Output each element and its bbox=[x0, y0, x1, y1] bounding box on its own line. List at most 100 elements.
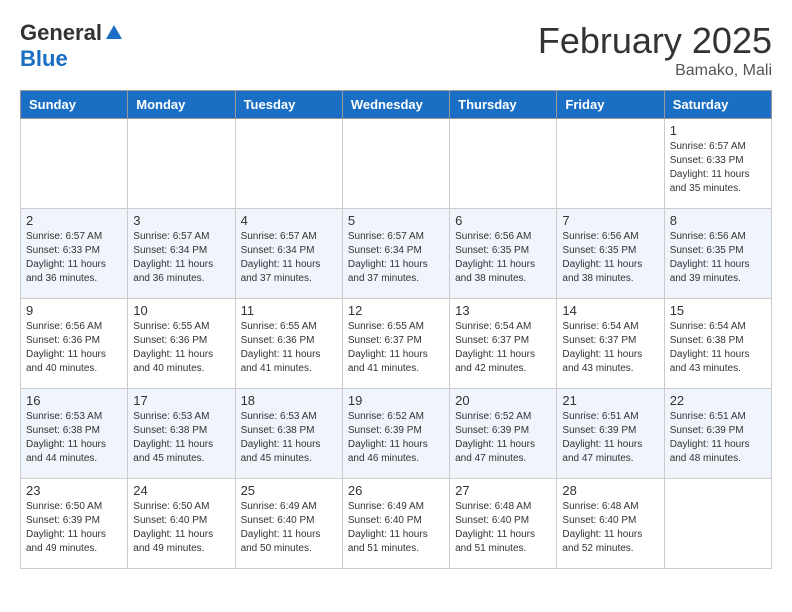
day-number: 9 bbox=[26, 303, 122, 318]
calendar-cell: 19 Sunrise: 6:52 AM Sunset: 6:39 PM Dayli… bbox=[342, 389, 449, 479]
day-info: Sunrise: 6:49 AM Sunset: 6:40 PM Dayligh… bbox=[348, 500, 444, 556]
title-block: February 2025 Bamako, Mali bbox=[538, 20, 772, 80]
day-info: Sunrise: 6:48 AM Sunset: 6:40 PM Dayligh… bbox=[562, 500, 658, 556]
calendar-cell: 21 Sunrise: 6:51 AM Sunset: 6:39 PM Dayli… bbox=[557, 389, 664, 479]
day-number: 26 bbox=[348, 483, 444, 498]
day-number: 20 bbox=[455, 393, 551, 408]
day-info: Sunrise: 6:50 AM Sunset: 6:40 PM Dayligh… bbox=[133, 500, 229, 556]
day-number: 14 bbox=[562, 303, 658, 318]
calendar-cell bbox=[557, 119, 664, 209]
weekday-header: Tuesday bbox=[235, 91, 342, 119]
logo-general-text: General bbox=[20, 20, 102, 46]
calendar-cell: 4 Sunrise: 6:57 AM Sunset: 6:34 PM Daylig… bbox=[235, 209, 342, 299]
logo-icon bbox=[104, 23, 124, 43]
calendar-cell: 16 Sunrise: 6:53 AM Sunset: 6:38 PM Dayli… bbox=[21, 389, 128, 479]
day-number: 25 bbox=[241, 483, 337, 498]
day-number: 15 bbox=[670, 303, 766, 318]
calendar-cell: 22 Sunrise: 6:51 AM Sunset: 6:39 PM Dayli… bbox=[664, 389, 771, 479]
calendar-cell: 15Sunrise: 6:54 AM Sunset: 6:38 PM Dayli… bbox=[664, 299, 771, 389]
day-number: 2 bbox=[26, 213, 122, 228]
weekday-header: Wednesday bbox=[342, 91, 449, 119]
calendar-cell: 5 Sunrise: 6:57 AM Sunset: 6:34 PM Daylig… bbox=[342, 209, 449, 299]
calendar-week-row: 23 Sunrise: 6:50 AM Sunset: 6:39 PM Dayli… bbox=[21, 479, 772, 569]
calendar-cell: 6 Sunrise: 6:56 AM Sunset: 6:35 PM Daylig… bbox=[450, 209, 557, 299]
day-number: 17 bbox=[133, 393, 229, 408]
weekday-header: Thursday bbox=[450, 91, 557, 119]
day-info: Sunrise: 6:48 AM Sunset: 6:40 PM Dayligh… bbox=[455, 500, 551, 556]
day-info: Sunrise: 6:56 AM Sunset: 6:35 PM Dayligh… bbox=[670, 230, 766, 286]
calendar-cell: 10 Sunrise: 6:55 AM Sunset: 6:36 PM Dayli… bbox=[128, 299, 235, 389]
calendar-cell: 23 Sunrise: 6:50 AM Sunset: 6:39 PM Dayli… bbox=[21, 479, 128, 569]
day-number: 7 bbox=[562, 213, 658, 228]
calendar-cell bbox=[235, 119, 342, 209]
day-number: 22 bbox=[670, 393, 766, 408]
calendar-cell: 7 Sunrise: 6:56 AM Sunset: 6:35 PM Daylig… bbox=[557, 209, 664, 299]
day-number: 13 bbox=[455, 303, 551, 318]
day-number: 24 bbox=[133, 483, 229, 498]
day-info: Sunrise: 6:54 AM Sunset: 6:37 PM Dayligh… bbox=[455, 320, 551, 376]
day-info: Sunrise: 6:56 AM Sunset: 6:36 PM Dayligh… bbox=[26, 320, 122, 376]
calendar-cell: 26 Sunrise: 6:49 AM Sunset: 6:40 PM Dayli… bbox=[342, 479, 449, 569]
day-number: 11 bbox=[241, 303, 337, 318]
day-info: Sunrise: 6:52 AM Sunset: 6:39 PM Dayligh… bbox=[455, 410, 551, 466]
day-number: 10 bbox=[133, 303, 229, 318]
day-number: 3 bbox=[133, 213, 229, 228]
calendar-cell: 1 Sunrise: 6:57 AM Sunset: 6:33 PM Daylig… bbox=[664, 119, 771, 209]
calendar-cell: 27 Sunrise: 6:48 AM Sunset: 6:40 PM Dayli… bbox=[450, 479, 557, 569]
calendar-cell: 28 Sunrise: 6:48 AM Sunset: 6:40 PM Dayli… bbox=[557, 479, 664, 569]
day-info: Sunrise: 6:57 AM Sunset: 6:34 PM Dayligh… bbox=[133, 230, 229, 286]
calendar-cell: 9 Sunrise: 6:56 AM Sunset: 6:36 PM Daylig… bbox=[21, 299, 128, 389]
calendar-cell bbox=[450, 119, 557, 209]
day-info: Sunrise: 6:51 AM Sunset: 6:39 PM Dayligh… bbox=[670, 410, 766, 466]
day-info: Sunrise: 6:53 AM Sunset: 6:38 PM Dayligh… bbox=[26, 410, 122, 466]
day-number: 5 bbox=[348, 213, 444, 228]
day-info: Sunrise: 6:55 AM Sunset: 6:36 PM Dayligh… bbox=[133, 320, 229, 376]
weekday-header-row: SundayMondayTuesdayWednesdayThursdayFrid… bbox=[21, 91, 772, 119]
day-info: Sunrise: 6:49 AM Sunset: 6:40 PM Dayligh… bbox=[241, 500, 337, 556]
day-info: Sunrise: 6:54 AM Sunset: 6:37 PM Dayligh… bbox=[562, 320, 658, 376]
day-info: Sunrise: 6:55 AM Sunset: 6:37 PM Dayligh… bbox=[348, 320, 444, 376]
day-number: 19 bbox=[348, 393, 444, 408]
day-info: Sunrise: 6:55 AM Sunset: 6:36 PM Dayligh… bbox=[241, 320, 337, 376]
day-info: Sunrise: 6:57 AM Sunset: 6:33 PM Dayligh… bbox=[26, 230, 122, 286]
calendar-cell: 20 Sunrise: 6:52 AM Sunset: 6:39 PM Dayli… bbox=[450, 389, 557, 479]
day-info: Sunrise: 6:51 AM Sunset: 6:39 PM Dayligh… bbox=[562, 410, 658, 466]
calendar-cell: 17Sunrise: 6:53 AM Sunset: 6:38 PM Dayli… bbox=[128, 389, 235, 479]
day-info: Sunrise: 6:57 AM Sunset: 6:34 PM Dayligh… bbox=[241, 230, 337, 286]
calendar-cell bbox=[664, 479, 771, 569]
weekday-header: Saturday bbox=[664, 91, 771, 119]
calendar-cell: 24 Sunrise: 6:50 AM Sunset: 6:40 PM Dayli… bbox=[128, 479, 235, 569]
calendar-week-row: 1 Sunrise: 6:57 AM Sunset: 6:33 PM Daylig… bbox=[21, 119, 772, 209]
day-info: Sunrise: 6:52 AM Sunset: 6:39 PM Dayligh… bbox=[348, 410, 444, 466]
calendar-table: SundayMondayTuesdayWednesdayThursdayFrid… bbox=[20, 90, 772, 569]
day-number: 28 bbox=[562, 483, 658, 498]
day-info: Sunrise: 6:56 AM Sunset: 6:35 PM Dayligh… bbox=[455, 230, 551, 286]
calendar-cell bbox=[128, 119, 235, 209]
day-info: Sunrise: 6:50 AM Sunset: 6:39 PM Dayligh… bbox=[26, 500, 122, 556]
page-header: General Blue February 2025 Bamako, Mali bbox=[20, 20, 772, 80]
day-number: 6 bbox=[455, 213, 551, 228]
day-number: 27 bbox=[455, 483, 551, 498]
calendar-cell: 14 Sunrise: 6:54 AM Sunset: 6:37 PM Dayli… bbox=[557, 299, 664, 389]
weekday-header: Sunday bbox=[21, 91, 128, 119]
day-number: 23 bbox=[26, 483, 122, 498]
calendar-cell bbox=[342, 119, 449, 209]
calendar-cell: 11 Sunrise: 6:55 AM Sunset: 6:36 PM Dayli… bbox=[235, 299, 342, 389]
day-number: 16 bbox=[26, 393, 122, 408]
day-number: 21 bbox=[562, 393, 658, 408]
day-info: Sunrise: 6:56 AM Sunset: 6:35 PM Dayligh… bbox=[562, 230, 658, 286]
day-number: 18 bbox=[241, 393, 337, 408]
day-number: 4 bbox=[241, 213, 337, 228]
calendar-cell: 25 Sunrise: 6:49 AM Sunset: 6:40 PM Dayli… bbox=[235, 479, 342, 569]
weekday-header: Monday bbox=[128, 91, 235, 119]
day-number: 12 bbox=[348, 303, 444, 318]
day-info: Sunrise: 6:57 AM Sunset: 6:34 PM Dayligh… bbox=[348, 230, 444, 286]
day-info: Sunrise: 6:57 AM Sunset: 6:33 PM Dayligh… bbox=[670, 140, 766, 196]
location: Bamako, Mali bbox=[538, 62, 772, 80]
calendar-cell: 13 Sunrise: 6:54 AM Sunset: 6:37 PM Dayli… bbox=[450, 299, 557, 389]
day-number: 1 bbox=[670, 123, 766, 138]
calendar-cell: 8Sunrise: 6:56 AM Sunset: 6:35 PM Daylig… bbox=[664, 209, 771, 299]
weekday-header: Friday bbox=[557, 91, 664, 119]
day-info: Sunrise: 6:53 AM Sunset: 6:38 PM Dayligh… bbox=[241, 410, 337, 466]
calendar-cell: 18 Sunrise: 6:53 AM Sunset: 6:38 PM Dayli… bbox=[235, 389, 342, 479]
